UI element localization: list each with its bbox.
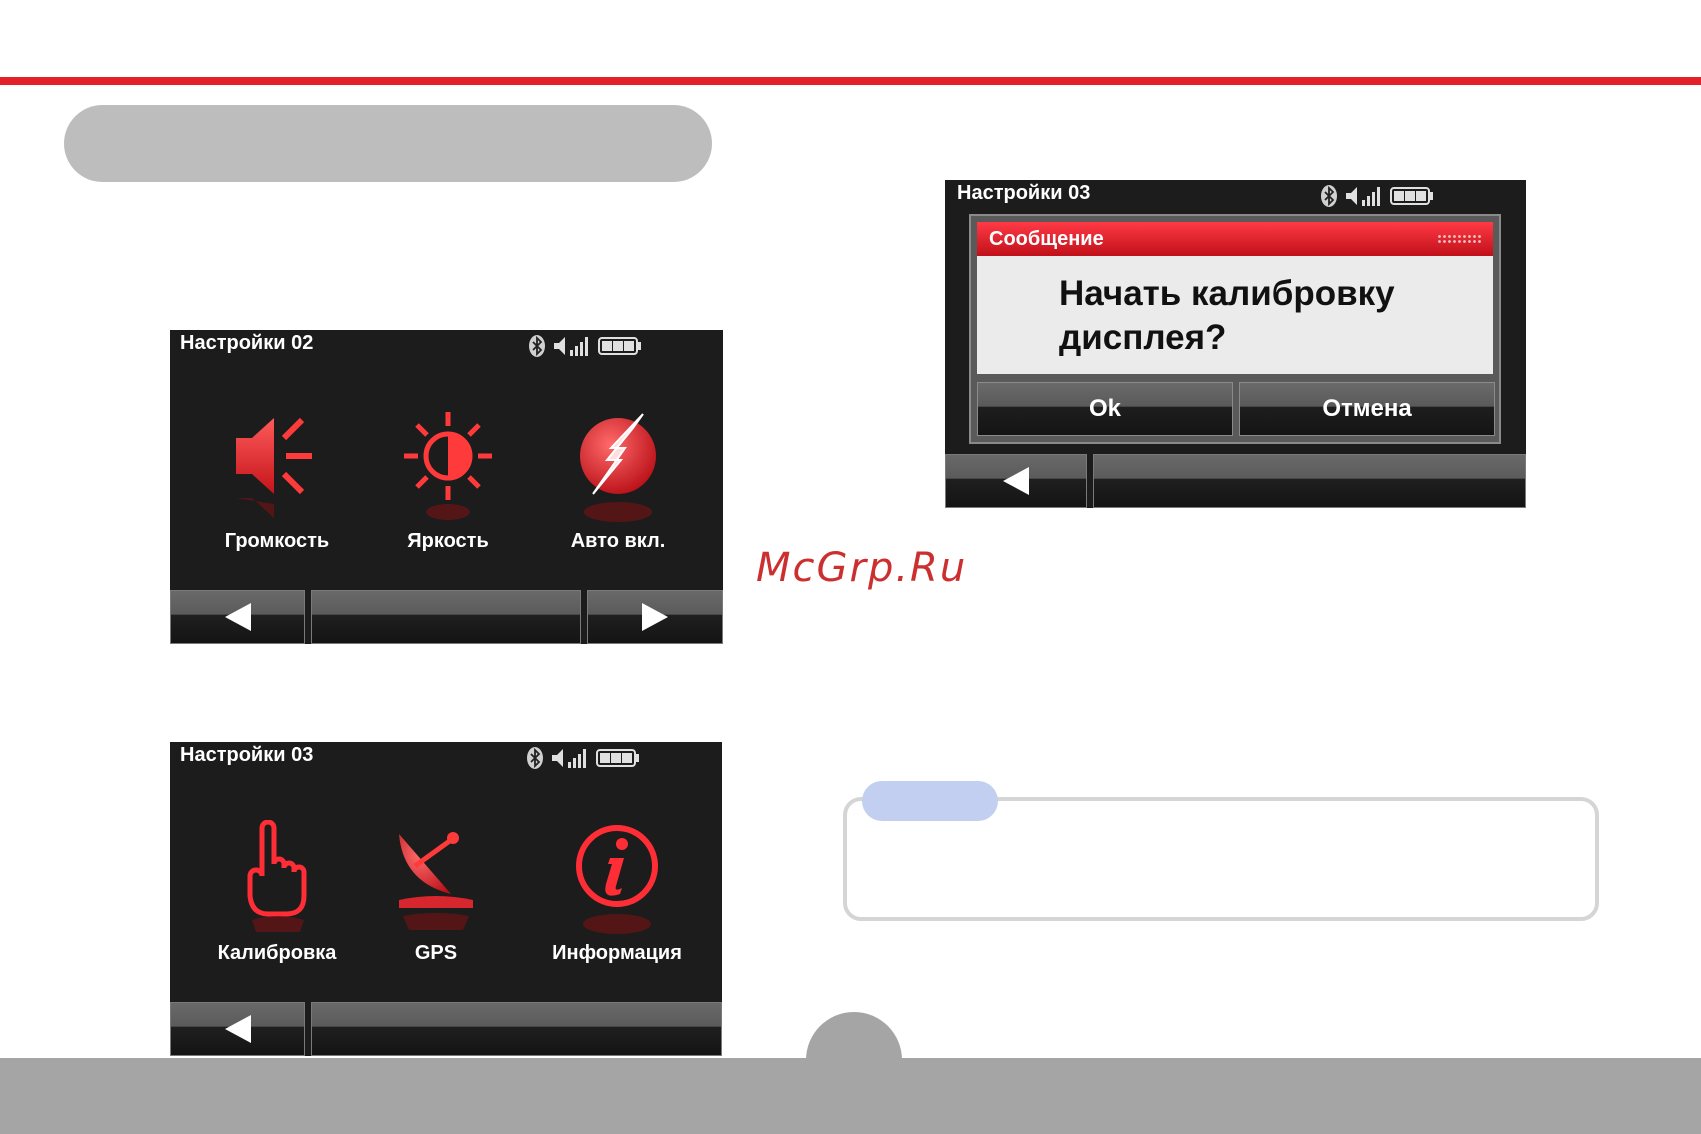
menu-item-label: Информация	[552, 942, 682, 964]
menu-item-label: Яркость	[407, 530, 489, 552]
bottom-nav	[170, 590, 723, 644]
nav-center-button[interactable]	[1093, 454, 1526, 508]
menu-item-gps[interactable]: GPS	[361, 820, 511, 965]
battery-icon	[598, 337, 641, 355]
bluetooth-icon	[529, 335, 545, 357]
ok-button[interactable]: Ok	[977, 382, 1233, 436]
menu-item-brightness[interactable]: Яркость	[373, 408, 523, 553]
battery-icon	[596, 749, 639, 767]
status-bar	[1320, 184, 1434, 208]
battery-icon	[1390, 187, 1433, 205]
nav-center-button[interactable]	[311, 1002, 722, 1056]
screen-calibration-dialog: Настройки 03 Сообщение Начать калибровку…	[945, 180, 1526, 508]
info-icon	[576, 825, 658, 934]
watermark: McGrp.Ru	[756, 545, 968, 591]
menu-item-info[interactable]: Информация	[542, 820, 692, 965]
menu-item-calibration[interactable]: Калибровка	[202, 820, 352, 965]
dialog-title: Сообщение	[989, 228, 1104, 250]
volume-signal-icon	[552, 749, 586, 768]
menu-item-label: GPS	[414, 942, 458, 964]
screen-settings-02: Настройки 02 Громкость Яркость Авто вкл.	[170, 330, 723, 644]
hand-pointer-icon	[247, 820, 307, 932]
screen-title: Настройки 02	[180, 332, 314, 354]
volume-signal-icon	[1346, 187, 1380, 206]
menu-item-label: Громкость	[224, 530, 330, 552]
arrow-left-icon	[1003, 467, 1029, 495]
back-button[interactable]	[945, 454, 1087, 508]
menu-item-label: Авто вкл.	[570, 530, 666, 552]
speaker-volume-icon	[236, 417, 312, 518]
section-title-pill	[64, 105, 712, 182]
cancel-button[interactable]: Отмена	[1239, 382, 1495, 436]
dialog-message: Начать калибровку дисплея?	[977, 256, 1493, 374]
page-number-circle	[806, 1012, 902, 1108]
forward-button[interactable]	[587, 590, 723, 644]
bottom-nav	[170, 1002, 722, 1056]
screen-title: Настройки 03	[957, 182, 1091, 204]
dialog-header: Сообщение	[977, 222, 1493, 256]
header-red-rule	[0, 77, 1701, 85]
bottom-nav	[945, 454, 1526, 508]
screen-settings-03: Настройки 03 Калибровка GPS Информация	[170, 742, 722, 1056]
arrow-left-icon	[224, 603, 251, 631]
note-tab	[862, 781, 998, 821]
dialog-message-line1: Начать калибровку	[1059, 274, 1395, 313]
message-dialog: Сообщение Начать калибровку дисплея? Ok …	[969, 214, 1501, 444]
lightning-bolt-icon	[580, 413, 656, 522]
menu-item-volume[interactable]: Громкость	[202, 408, 352, 553]
status-bar	[528, 334, 642, 358]
grip-dots-icon	[1437, 234, 1483, 244]
nav-center-button[interactable]	[311, 590, 581, 644]
arrow-left-icon	[224, 1015, 251, 1043]
back-button[interactable]	[170, 590, 305, 644]
volume-signal-icon	[554, 337, 588, 356]
screen-title: Настройки 03	[180, 744, 314, 766]
arrow-right-icon	[642, 603, 668, 631]
back-button[interactable]	[170, 1002, 305, 1056]
menu-item-label: Калибровка	[217, 942, 337, 964]
sun-brightness-icon	[404, 412, 492, 520]
dialog-message-line2: дисплея?	[1059, 318, 1227, 357]
bluetooth-icon	[527, 747, 543, 769]
bluetooth-icon	[1321, 185, 1337, 207]
menu-item-auto-on[interactable]: Авто вкл.	[543, 408, 693, 553]
satellite-dish-icon	[399, 832, 473, 930]
status-bar	[526, 746, 640, 770]
